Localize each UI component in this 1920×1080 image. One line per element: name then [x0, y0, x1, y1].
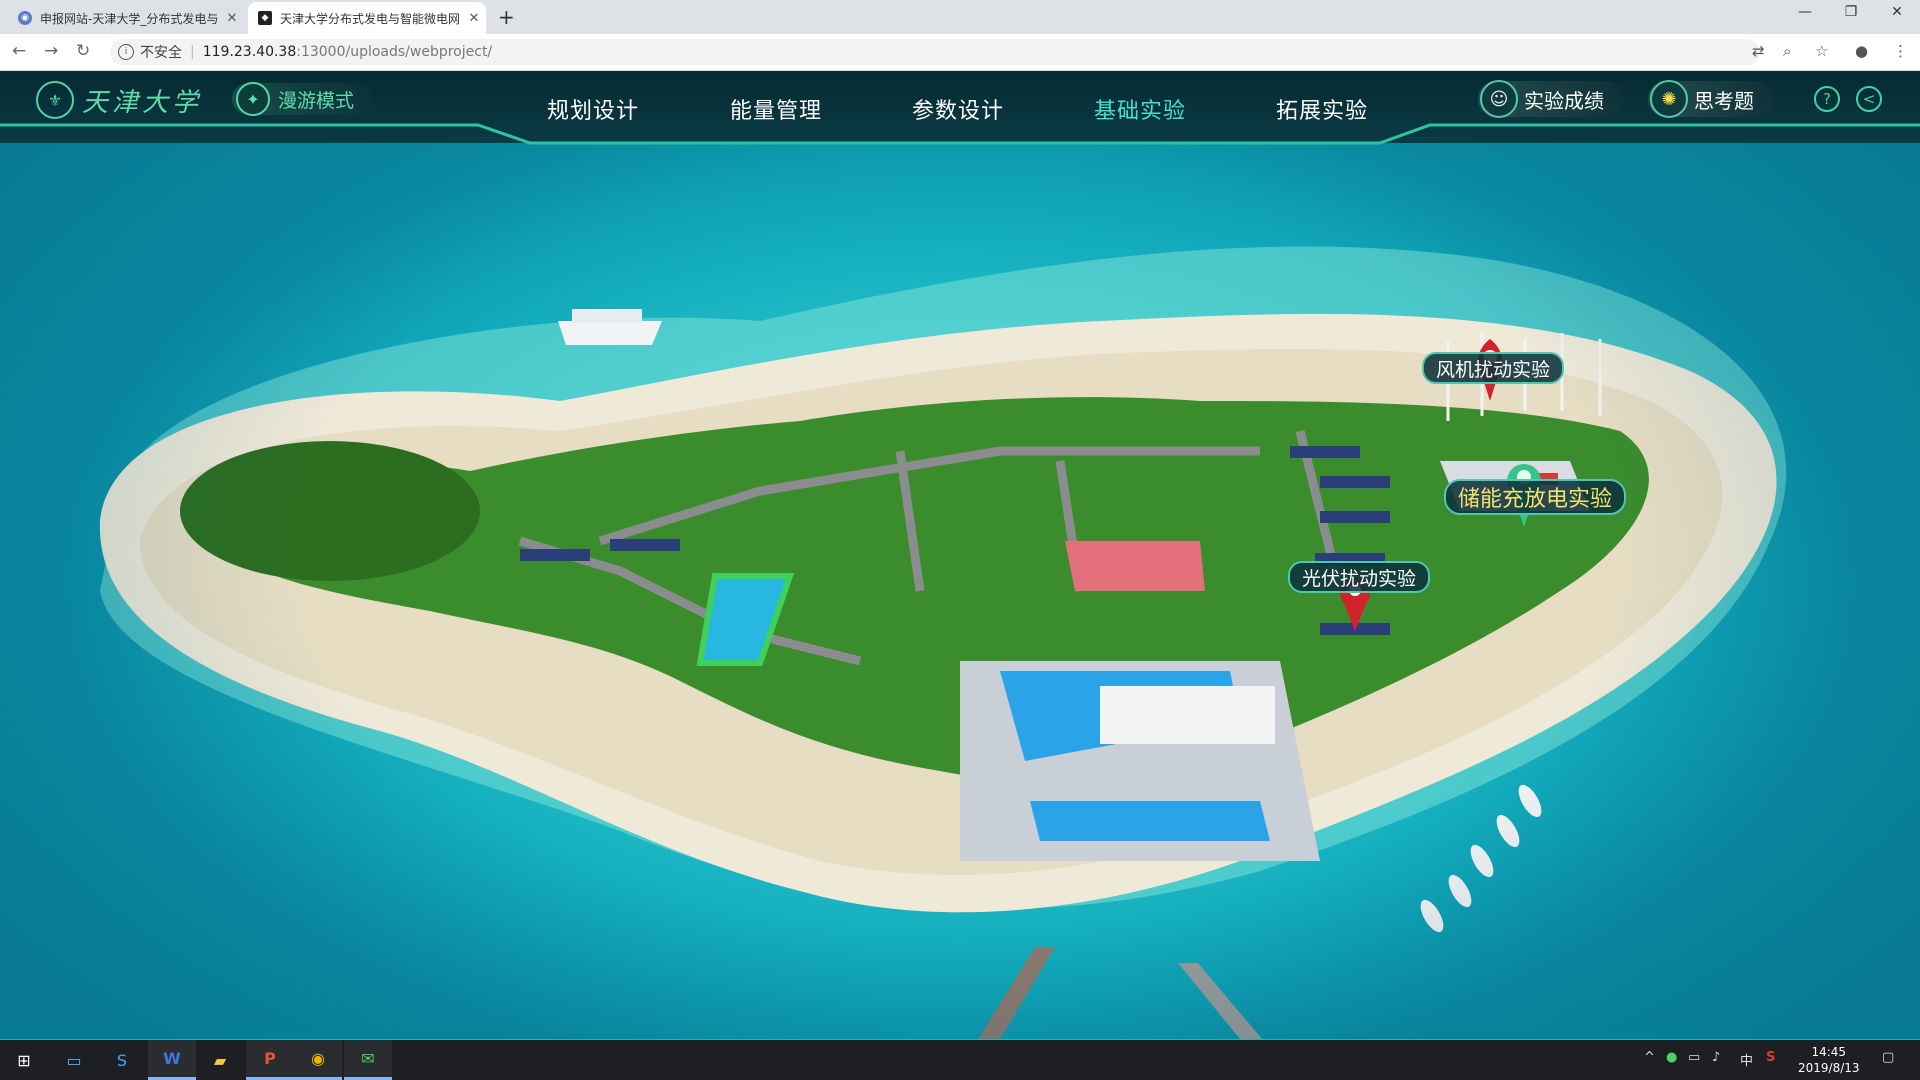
pv-disturbance-experiment-label[interactable]: 光伏扰动实验 [1288, 561, 1431, 593]
system-clock[interactable]: 14:45 2019/8/13 [1798, 1044, 1860, 1076]
start-windows-icon[interactable]: ⊞ [0, 1040, 48, 1080]
zoom-icon[interactable]: ⌕ [1783, 42, 1791, 60]
bookmark-star-icon[interactable]: ☆ [1815, 42, 1828, 60]
new-tab-button[interactable]: + [498, 5, 515, 29]
lightbulb-icon: ✺ [1650, 80, 1688, 118]
sogou-browser-icon[interactable]: S [98, 1040, 146, 1080]
thinking-questions-button[interactable]: ✺ 思考题 [1648, 80, 1774, 118]
nav-energy-management[interactable]: 能量管理 [730, 93, 822, 125]
translate-icon[interactable]: ⇄ [1752, 42, 1765, 60]
close-tab-icon[interactable]: ✕ [462, 11, 486, 26]
url-host: 119.23.40.38 [202, 44, 297, 60]
experiment-score-button[interactable]: ☺ 实验成绩 [1478, 80, 1624, 118]
roam-mode-label: 漫游模式 [278, 89, 355, 112]
info-icon[interactable]: i [118, 44, 134, 60]
browser-tabstrip: ◉ 申报网站-天津大学_分布式发电与 ✕ ◆ 天津大学分布式发电与智能微电网 ✕… [0, 0, 1920, 34]
storage-charge-experiment-label[interactable]: 储能充放电实验 [1444, 479, 1627, 515]
reload-button[interactable]: ↻ [76, 41, 90, 61]
input-method-indicator[interactable]: 中 [1740, 1050, 1753, 1069]
tab-microgrid-project[interactable]: ◆ 天津大学分布式发电与智能微电网 ✕ [248, 2, 486, 34]
notification-center-icon[interactable]: ▢ [1882, 1050, 1894, 1065]
menu-dots-icon[interactable]: ⋮ [1893, 42, 1908, 60]
windows-taskbar: ⊞ ▭ S W ▰ P ◉ ✉ ^ ● ▭ ♪ 中 S 14:45 2019/8… [0, 1040, 1920, 1080]
browser-toolbar: ← → ↻ i 不安全 | 119.23.40.38 :13000/upload… [0, 34, 1920, 71]
restore-button[interactable]: ❐ [1836, 4, 1866, 20]
address-separator: | [190, 44, 195, 60]
wind-disturbance-experiment-label[interactable]: 风机扰动实验 [1422, 352, 1565, 384]
nav-extended-experiment[interactable]: 拓展实验 [1276, 93, 1368, 125]
address-bar[interactable]: i 不安全 | 119.23.40.38 :13000/uploads/webp… [110, 39, 1760, 65]
tab-application-site[interactable]: ◉ 申报网站-天津大学_分布式发电与 ✕ [8, 2, 244, 34]
thinking-questions-label: 思考题 [1694, 88, 1754, 113]
tray-wechat-icon[interactable]: ● [1666, 1050, 1677, 1065]
network-icon[interactable]: ▭ [1688, 1050, 1700, 1065]
logo-text: 天津大学 [82, 87, 203, 118]
collapse-arrow-icon[interactable]: < [1856, 86, 1882, 112]
tab-title: 申报网站-天津大学_分布式发电与 [40, 11, 219, 26]
word-app-icon[interactable]: W [148, 1040, 196, 1080]
roam-mode-button[interactable]: ✦ 漫游模式 [232, 82, 373, 116]
powerpoint-app-icon[interactable]: P [246, 1040, 294, 1080]
nav-basic-experiment[interactable]: 基础实验 [1094, 93, 1186, 125]
experiment-score-label: 实验成绩 [1524, 88, 1604, 113]
nav-planning-design[interactable]: 规划设计 [547, 93, 639, 125]
tray-chevron-icon[interactable]: ^ [1644, 1050, 1655, 1065]
minimize-button[interactable]: — [1790, 4, 1820, 20]
chrome-app-icon[interactable]: ◉ [294, 1040, 342, 1080]
security-label: 不安全 [140, 45, 182, 61]
file-explorer-icon[interactable]: ▰ [196, 1040, 244, 1080]
nav-parameter-design[interactable]: 参数设计 [912, 93, 1004, 125]
url-path: :13000/uploads/webproject/ [296, 44, 493, 60]
computer-icon[interactable]: ▭ [50, 1040, 98, 1080]
university-logo: ⚜ 天津大学 [36, 81, 202, 119]
walking-person-icon: ✦ [236, 82, 270, 116]
site-favicon-icon: ◉ [18, 11, 32, 25]
help-icon[interactable]: ? [1814, 86, 1840, 112]
sogou-ime-icon[interactable]: S [1766, 1050, 1775, 1065]
user-avatar-icon: ☺ [1480, 80, 1518, 118]
forward-button[interactable]: → [44, 41, 58, 61]
app-viewport[interactable]: 风机扰动实验 储能充放电实验 光伏扰动实验 ⚜ 天津大学 ✦ 漫游模式 规划设计… [0, 71, 1920, 1039]
university-seal-icon: ⚜ [36, 81, 74, 119]
app-header: ⚜ 天津大学 ✦ 漫游模式 规划设计 能量管理 参数设计 基础实验 拓展实验 ☺… [0, 71, 1920, 145]
close-window-button[interactable]: ✕ [1882, 4, 1912, 20]
unity-favicon-icon: ◆ [258, 11, 272, 25]
ocean-vignette [0, 71, 1920, 1039]
back-button[interactable]: ← [12, 41, 26, 61]
tab-title: 天津大学分布式发电与智能微电网 [280, 11, 461, 26]
volume-icon[interactable]: ♪ [1712, 1050, 1720, 1065]
clock-date: 2019/8/13 [1798, 1061, 1860, 1075]
wechat-app-icon[interactable]: ✉ [344, 1040, 392, 1080]
close-tab-icon[interactable]: ✕ [220, 11, 244, 26]
profile-avatar-icon[interactable]: ● [1855, 42, 1868, 60]
clock-time: 14:45 [1811, 1045, 1847, 1059]
